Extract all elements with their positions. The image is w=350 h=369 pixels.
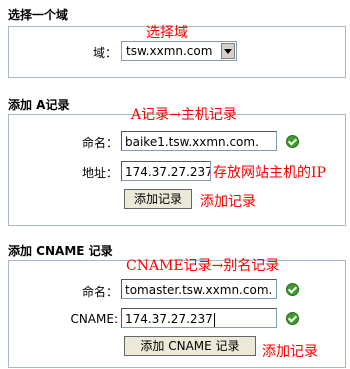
cname-target-label: CNAME: (70, 312, 118, 326)
check-icon (286, 283, 299, 296)
cname-name-label: 命名： (81, 285, 118, 299)
cname-target-input[interactable]: 174.37.27.237 (121, 308, 277, 328)
add-cname-annotation: 添加记录 (262, 344, 318, 360)
a-record-section-heading: 添加 A记录 (8, 98, 70, 112)
address-annotation: 存放网站主机的IP (213, 165, 326, 181)
domain-select-value: tsw.xxmn.com (126, 44, 213, 58)
domain-section-heading: 选择一个域 (8, 8, 69, 22)
domain-annotation: 选择域 (146, 25, 188, 41)
add-a-record-button[interactable]: 添加记录 (124, 189, 192, 209)
check-icon (286, 312, 299, 325)
a-record-address-input[interactable]: 174.37.27.237 (121, 161, 211, 181)
domain-label: 域： (92, 46, 117, 60)
check-icon (286, 135, 299, 148)
cname-section-heading: 添加 CNAME 记录 (8, 244, 113, 258)
add-a-record-annotation: 添加记录 (200, 194, 256, 210)
a-record-name-label: 命名： (81, 136, 118, 150)
cname-annotation: CNAME记录→别名记录 (126, 258, 280, 274)
cname-target-value: 174.37.27.237 (125, 312, 213, 326)
cname-name-input[interactable]: tomaster.tsw.xxmn.com. (121, 279, 277, 299)
a-record-name-input[interactable]: baike1.tsw.xxmn.com. (121, 131, 277, 151)
domain-select[interactable]: tsw.xxmn.com (121, 41, 237, 61)
dropdown-arrow-icon[interactable] (221, 43, 235, 59)
text-cursor (213, 312, 215, 327)
add-cname-record-button[interactable]: 添加 CNAME 记录 (124, 336, 256, 356)
a-record-annotation: A记录→主机记录 (131, 107, 237, 123)
a-record-address-label: 地址： (81, 166, 118, 180)
